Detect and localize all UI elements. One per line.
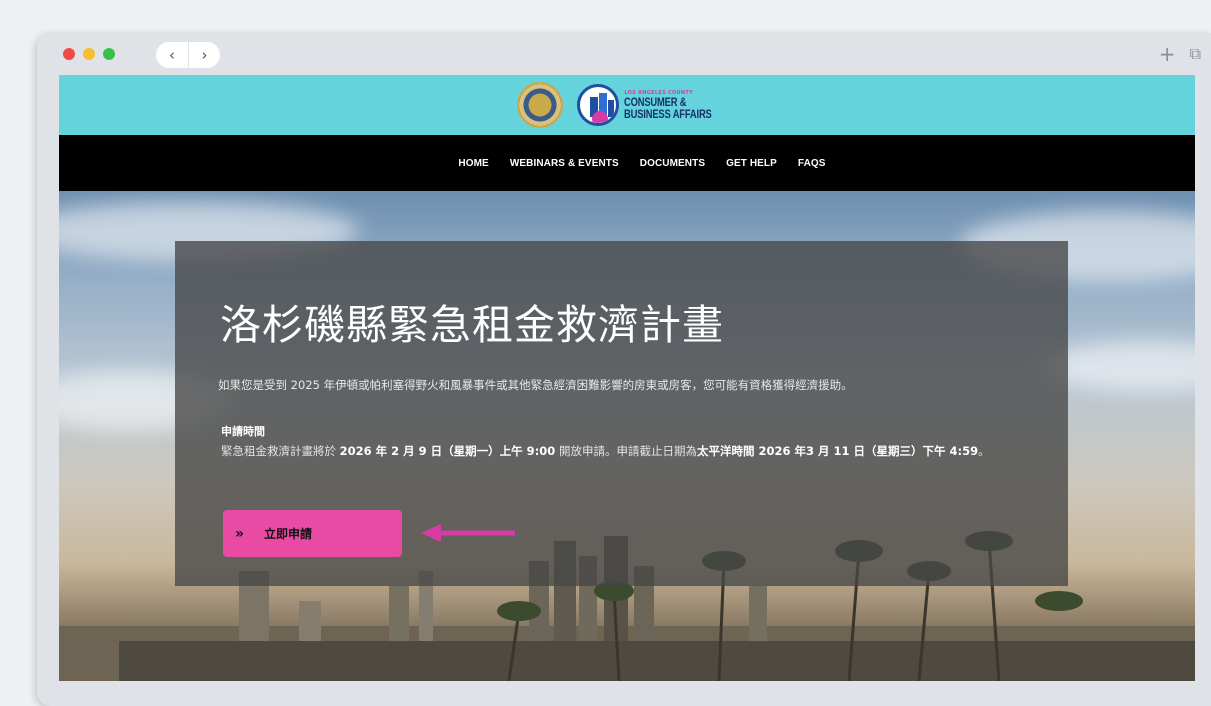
pointing-arrow-icon	[421, 524, 515, 542]
minimize-window-dot[interactable]	[83, 48, 95, 60]
forward-icon[interactable]: ›	[188, 42, 220, 68]
hero-section: 洛杉磯縣緊急租金救濟計畫 如果您是受到 2025 年伊頓或帕利塞得野火和風暴事件…	[59, 191, 1195, 681]
dcba-logo-icon	[577, 84, 620, 126]
main-nav: HOME WEBINARS & EVENTS DOCUMENTS GET HEL…	[59, 135, 1195, 192]
maximize-window-dot[interactable]	[103, 48, 115, 60]
history-buttons: ‹ ›	[156, 42, 220, 68]
double-chevron-icon: »	[235, 525, 245, 542]
nav-documents[interactable]: DOCUMENTS	[640, 158, 705, 169]
browser-toolbar: ‹ › + ⧉	[37, 33, 1211, 75]
hero-description: 如果您是受到 2025 年伊頓或帕利塞得野火和風暴事件或其他緊急經濟困難影響的房…	[218, 378, 853, 392]
hero-content-panel: 洛杉磯縣緊急租金救濟計畫 如果您是受到 2025 年伊頓或帕利塞得野火和風暴事件…	[175, 241, 1068, 586]
period-text-part: 。	[978, 444, 990, 458]
dcba-logo[interactable]: LOS ANGELES COUNTY CONSUMER & BUSINESS A…	[577, 84, 736, 126]
new-tab-icon[interactable]: +	[1159, 42, 1176, 66]
page-title: 洛杉磯縣緊急租金救濟計畫	[220, 301, 724, 349]
county-seal-icon[interactable]	[517, 82, 564, 128]
period-text-part: 緊急租金救濟計畫將於	[221, 444, 340, 458]
nav-get-help[interactable]: GET HELP	[726, 158, 777, 169]
browser-window: ‹ › + ⧉ LOS ANGELES COUNTY CONSUMER & BU…	[37, 33, 1211, 706]
toolbar-right: + ⧉	[1159, 42, 1201, 66]
close-window-dot[interactable]	[63, 48, 75, 60]
application-period-heading: 申請時間	[221, 425, 265, 438]
apply-now-button[interactable]: » 立即申請	[223, 510, 402, 557]
deadline-text: 太平洋時間 2026 年3 月 11 日（星期三）下午 4:59	[696, 444, 979, 458]
application-period-text: 緊急租金救濟計畫將於 2026 年 2 月 9 日（星期一）上午 9:00 開放…	[221, 442, 1011, 460]
site-header: LOS ANGELES COUNTY CONSUMER & BUSINESS A…	[59, 75, 1195, 135]
dcba-logo-text: LOS ANGELES COUNTY CONSUMER & BUSINESS A…	[624, 90, 736, 121]
nav-home[interactable]: HOME	[458, 158, 488, 169]
logo-line2-text: BUSINESS AFFAIRS	[624, 106, 712, 121]
web-viewport: LOS ANGELES COUNTY CONSUMER & BUSINESS A…	[59, 75, 1195, 681]
nav-menu: HOME WEBINARS & EVENTS DOCUMENTS GET HEL…	[300, 135, 984, 192]
back-icon[interactable]: ‹	[156, 42, 188, 68]
open-date-text: 2026 年 2 月 9 日（星期一）上午 9:00	[339, 444, 556, 458]
apply-now-label: 立即申請	[264, 527, 313, 541]
nav-webinars-events[interactable]: WEBINARS & EVENTS	[510, 158, 619, 169]
nav-faqs[interactable]: FAQS	[798, 158, 826, 169]
windows-icon[interactable]: ⧉	[1190, 42, 1201, 66]
period-text-part: 開放申請。申請截止日期為	[555, 444, 697, 458]
